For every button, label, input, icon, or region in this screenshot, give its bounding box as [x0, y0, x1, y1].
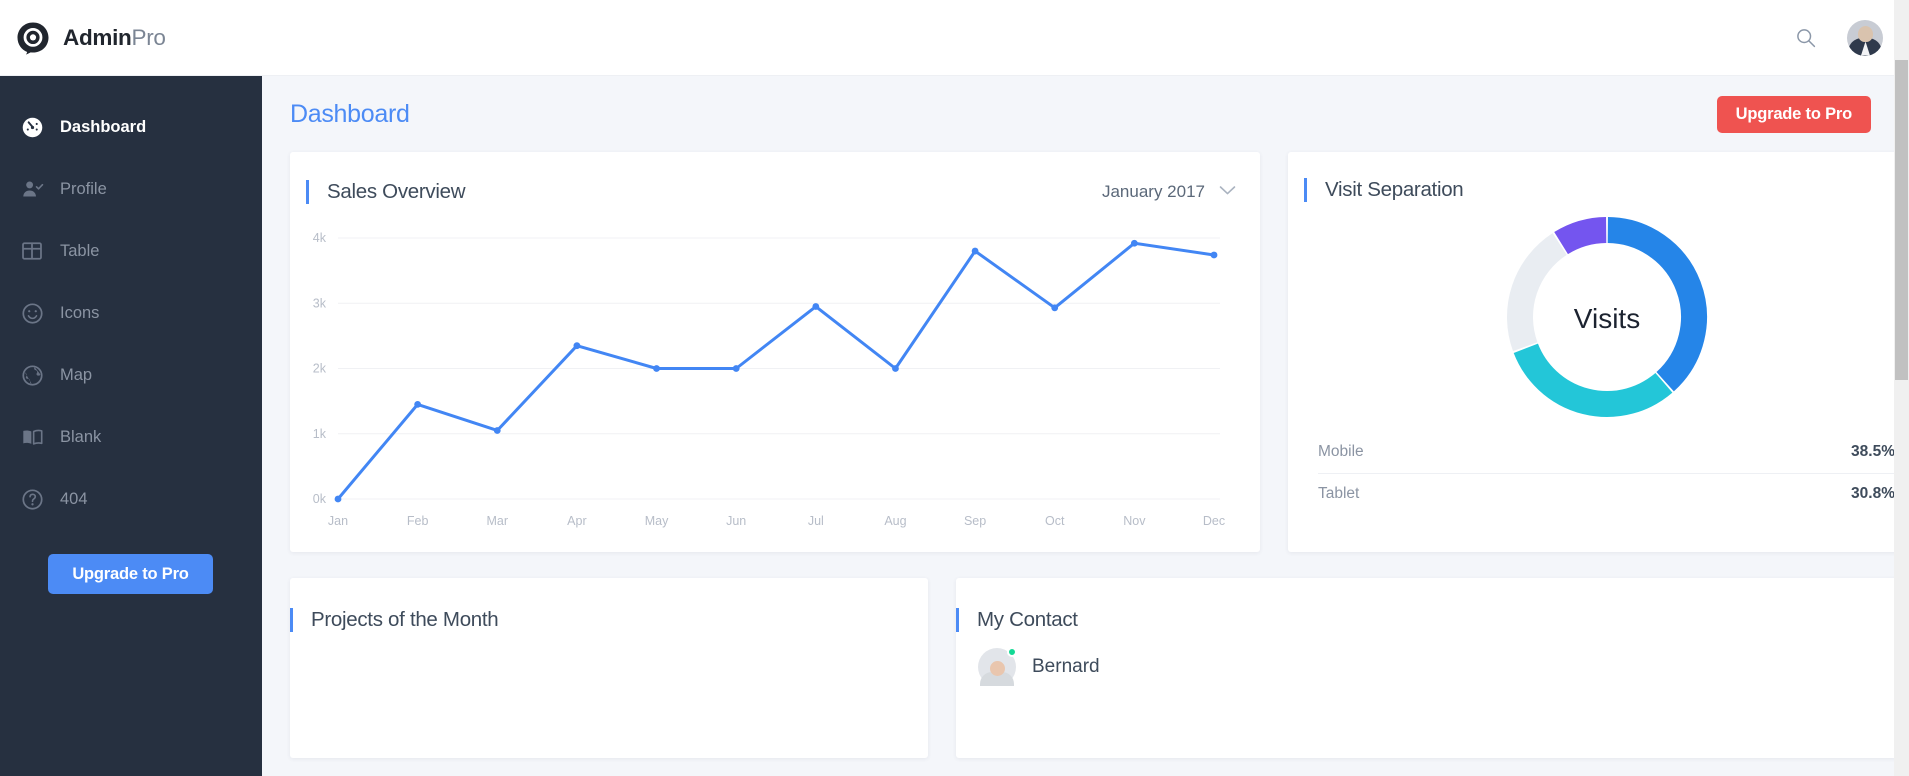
- user-check-icon: [18, 175, 46, 203]
- top-navbar: AdminPro: [0, 0, 1909, 76]
- legend-item-tablet: Tablet 30.8%: [1318, 472, 1895, 514]
- topbar-actions: [1793, 19, 1909, 56]
- sidebar-item-table[interactable]: Table: [0, 220, 262, 282]
- sidebar-item-icons[interactable]: Icons: [0, 282, 262, 344]
- svg-text:Jul: Jul: [808, 514, 824, 528]
- projects-of-the-month-card: Projects of the Month: [290, 578, 928, 758]
- admin-pro-logo-icon: [16, 21, 50, 55]
- table-grid-icon: [18, 237, 46, 265]
- legend-label: Tablet: [1318, 484, 1360, 502]
- brand-name: AdminPro: [63, 25, 166, 51]
- svg-text:May: May: [645, 514, 669, 528]
- legend-item-mobile: Mobile 38.5%: [1318, 432, 1895, 473]
- contact-name: Bernard: [1032, 655, 1100, 677]
- sidebar-item-label: Dashboard: [60, 117, 147, 136]
- speedometer-icon: [18, 113, 46, 141]
- projects-of-the-month-title: Projects of the Month: [290, 608, 928, 632]
- sales-overview-title: Sales Overview: [306, 180, 466, 204]
- sales-overview-header: Sales Overview January 2017: [290, 180, 1260, 204]
- legend-label: Mobile: [1318, 443, 1364, 461]
- contact-avatar-head: [990, 660, 1005, 676]
- search-icon[interactable]: [1793, 25, 1819, 51]
- question-mark-circle-icon: [18, 485, 46, 513]
- avatar[interactable]: [1847, 19, 1883, 56]
- sidebar-item-label: Blank: [60, 427, 102, 446]
- svg-text:Jun: Jun: [726, 514, 746, 528]
- sidebar-item-map[interactable]: Map: [0, 344, 262, 406]
- sidebar-item-label: 404: [60, 489, 88, 508]
- chevron-down-icon: [1219, 183, 1236, 201]
- brand-logo[interactable]: AdminPro: [0, 21, 262, 55]
- svg-text:4k: 4k: [313, 231, 327, 245]
- svg-text:Dec: Dec: [1203, 514, 1225, 528]
- visit-separation-card: Visit Separation Visits Mobile 38.5% Tab…: [1288, 152, 1897, 552]
- sidebar-item-label: Table: [60, 241, 100, 260]
- svg-text:1k: 1k: [313, 426, 327, 440]
- sidebar-item-label: Map: [60, 365, 93, 384]
- donut-center-label: Visits: [1573, 303, 1639, 334]
- svg-text:Jan: Jan: [328, 514, 348, 528]
- svg-text:0k: 0k: [313, 492, 327, 506]
- sales-line-chart[interactable]: 0k 1k 2k 3k 4k Jan Feb Mar Apr May Jun Jul Aug Sep Oct…: [290, 204, 1260, 549]
- svg-text:Mar: Mar: [487, 514, 509, 528]
- svg-text:Apr: Apr: [567, 514, 586, 528]
- open-book-icon: [18, 423, 46, 451]
- sidebar-upgrade-to-pro-button[interactable]: Upgrade to Pro: [48, 554, 213, 594]
- svg-text:Oct: Oct: [1045, 514, 1065, 528]
- brand-name-bold: Admin: [63, 24, 132, 50]
- sidebar-item-dashboard[interactable]: Dashboard: [0, 96, 262, 158]
- my-contact-title: My Contact: [956, 608, 1897, 632]
- sidebar-item-404[interactable]: 404: [0, 468, 262, 530]
- page-header: Dashboard Upgrade to Pro: [262, 76, 1897, 152]
- online-status-icon: [1007, 646, 1017, 657]
- my-contact-card: My Contact Bernard: [956, 578, 1897, 758]
- dashboard-row-1: Sales Overview January 2017 0k 1k 2k 3k 4k Ja…: [262, 152, 1897, 552]
- sidebar-item-label: Icons: [60, 303, 100, 322]
- page-title: Dashboard: [290, 99, 410, 128]
- sidebar-item-blank[interactable]: Blank: [0, 406, 262, 468]
- legend-value: 30.8%: [1851, 484, 1895, 502]
- smiley-face-icon: [18, 299, 46, 327]
- svg-text:Nov: Nov: [1123, 514, 1146, 528]
- upgrade-to-pro-button[interactable]: Upgrade to Pro: [1716, 95, 1871, 133]
- page-scrollbar-thumb[interactable]: [1895, 60, 1908, 380]
- svg-text:Feb: Feb: [407, 514, 429, 528]
- legend-value: 38.5%: [1851, 443, 1895, 461]
- brand-name-light: Pro: [131, 24, 166, 50]
- svg-text:3k: 3k: [313, 296, 327, 310]
- main-content: Dashboard Upgrade to Pro Sales Overview …: [262, 76, 1897, 776]
- globe-icon: [18, 361, 46, 389]
- svg-text:Aug: Aug: [884, 514, 906, 528]
- contact-avatar: [978, 646, 1017, 686]
- sidebar-item-label: Profile: [60, 179, 107, 198]
- sidebar: Dashboard Profile Table Icons Map Blank …: [0, 76, 262, 776]
- visit-separation-title: Visit Separation: [1304, 178, 1897, 202]
- sales-overview-card: Sales Overview January 2017 0k 1k 2k 3k 4k Ja…: [290, 152, 1260, 552]
- dashboard-row-2: Projects of the Month My Contact Bernard: [262, 578, 1897, 758]
- list-item[interactable]: Bernard: [956, 632, 1897, 686]
- period-dropdown[interactable]: January 2017: [1102, 182, 1236, 202]
- visit-separation-header: Visit Separation: [1288, 178, 1897, 202]
- visit-donut-chart[interactable]: Visits: [1288, 202, 1897, 432]
- period-label: January 2017: [1101, 181, 1205, 201]
- visit-legend: Mobile 38.5% Tablet 30.8%: [1288, 432, 1897, 514]
- avatar-head: [1858, 25, 1873, 42]
- sidebar-item-profile[interactable]: Profile: [0, 158, 262, 220]
- svg-text:2k: 2k: [313, 361, 327, 375]
- svg-text:Sep: Sep: [964, 514, 986, 528]
